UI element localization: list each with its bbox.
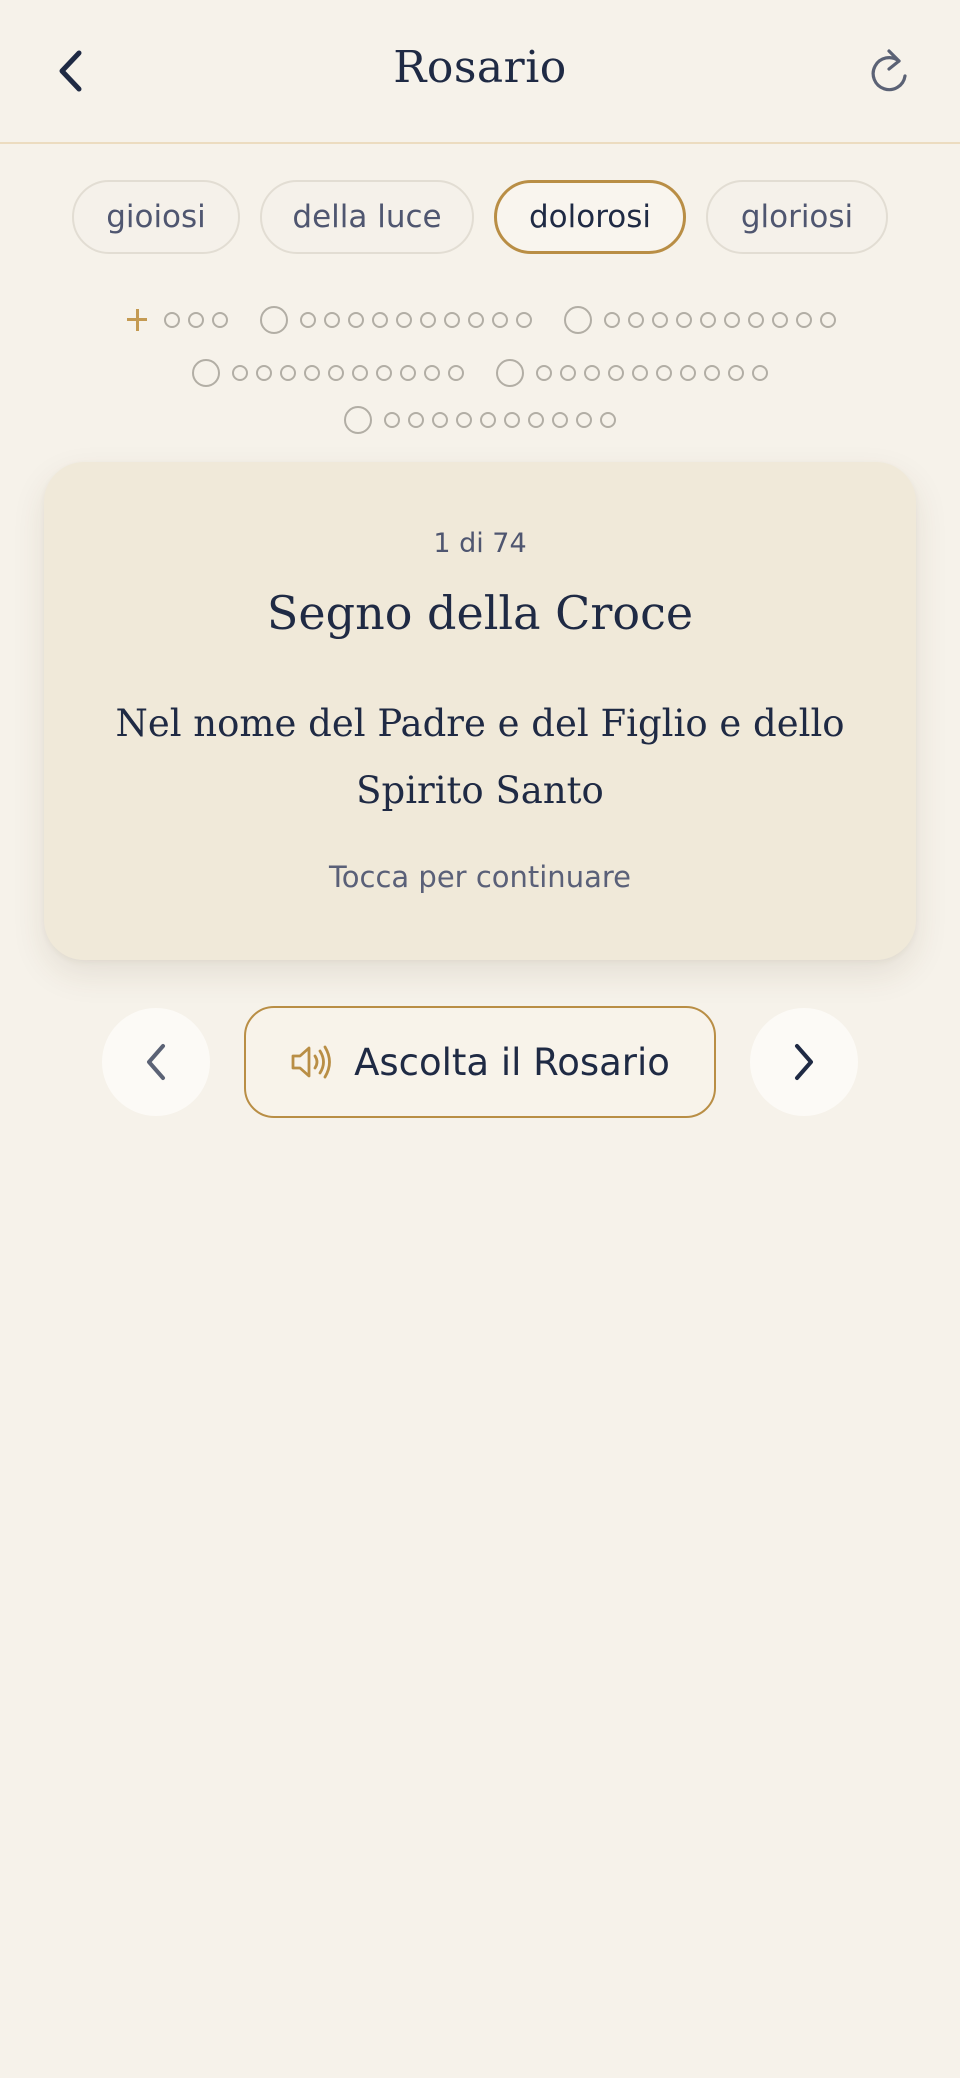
chevron-left-icon [147, 1044, 165, 1080]
prayer-title: Segno della Croce [266, 586, 694, 640]
tab-label: gioiosi [106, 199, 206, 235]
bead [376, 365, 392, 381]
bead [576, 412, 592, 428]
bead [448, 365, 464, 381]
bead [772, 312, 788, 328]
reset-button[interactable] [858, 40, 920, 102]
tab-label: dolorosi [528, 199, 652, 235]
tab-label: della luce [292, 199, 442, 235]
bead [328, 365, 344, 381]
bead [748, 312, 764, 328]
bead [188, 312, 204, 328]
bead [232, 365, 248, 381]
our-father-bead [496, 359, 524, 387]
bead [468, 312, 484, 328]
bead [372, 312, 388, 328]
bead [536, 365, 552, 381]
bead [632, 365, 648, 381]
bead [444, 312, 460, 328]
bead [504, 412, 520, 428]
bead [528, 412, 544, 428]
bead [280, 365, 296, 381]
prayer-card[interactable]: 1 di 74 Segno della Croce Nel nome del P… [44, 462, 916, 960]
bead [700, 312, 716, 328]
bead [724, 312, 740, 328]
bead-row [0, 405, 960, 435]
bead [300, 312, 316, 328]
playback-controls: Ascolta il Rosario [0, 1006, 960, 1118]
bead-row [0, 305, 960, 335]
bead [728, 365, 744, 381]
bead [516, 312, 532, 328]
our-father-bead [564, 306, 592, 334]
bead [432, 412, 448, 428]
bead [456, 412, 472, 428]
cross-icon [124, 307, 150, 333]
bead [628, 312, 644, 328]
tab-label: gloriosi [740, 199, 854, 235]
app-header: Rosario [0, 0, 960, 144]
tab-dolorosi[interactable]: dolorosi [494, 180, 686, 254]
bead [796, 312, 812, 328]
page-title: Rosario [393, 42, 567, 93]
tab-della-luce[interactable]: della luce [260, 180, 474, 254]
prayer-text: Nel nome del Padre e del Figlio e dello … [115, 702, 845, 812]
bead [752, 365, 768, 381]
decade-5 [344, 406, 616, 434]
step-counter: 1 di 74 [433, 528, 527, 559]
decade-4 [496, 359, 768, 387]
bead [584, 365, 600, 381]
bead [400, 365, 416, 381]
bead [480, 412, 496, 428]
speaker-icon [291, 1045, 331, 1079]
refresh-icon [871, 49, 907, 92]
our-father-bead [260, 306, 288, 334]
bead [676, 312, 692, 328]
bead [680, 365, 696, 381]
bead [324, 312, 340, 328]
bead [256, 365, 272, 381]
bead [600, 412, 616, 428]
bead [420, 312, 436, 328]
decade-1 [260, 306, 532, 334]
bead [656, 365, 672, 381]
bead [704, 365, 720, 381]
bead [492, 312, 508, 328]
bead [424, 365, 440, 381]
next-button[interactable] [750, 1008, 858, 1116]
bead-row [0, 358, 960, 388]
bead [212, 312, 228, 328]
tab-gioiosi[interactable]: gioiosi [72, 180, 240, 254]
bead [820, 312, 836, 328]
listen-label: Ascolta il Rosario [354, 1040, 670, 1084]
listen-rosary-button[interactable]: Ascolta il Rosario [244, 1006, 716, 1118]
bead [396, 312, 412, 328]
decade-2 [564, 306, 836, 334]
bead [604, 312, 620, 328]
our-father-bead [192, 359, 220, 387]
tap-hint: Tocca per continuare [329, 860, 631, 894]
bead [164, 312, 180, 328]
chevron-right-icon [795, 1044, 813, 1080]
bead [608, 365, 624, 381]
bead [652, 312, 668, 328]
mystery-tabs: gioiosi della luce dolorosi gloriosi [0, 180, 960, 254]
bead [304, 365, 320, 381]
intro-beads [124, 307, 228, 333]
our-father-bead [344, 406, 372, 434]
tab-gloriosi[interactable]: gloriosi [706, 180, 888, 254]
bead [552, 412, 568, 428]
decade-3 [192, 359, 464, 387]
previous-button[interactable] [102, 1008, 210, 1116]
bead [560, 365, 576, 381]
bead [384, 412, 400, 428]
bead [348, 312, 364, 328]
bead [408, 412, 424, 428]
bead [352, 365, 368, 381]
